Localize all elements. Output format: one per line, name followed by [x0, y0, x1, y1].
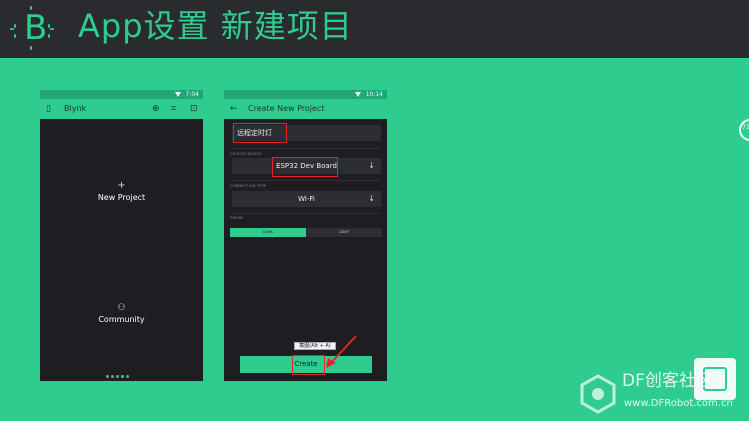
- app-title: Blynk: [64, 104, 87, 113]
- side-badge-number: 73: [742, 124, 749, 131]
- page-dot: [106, 375, 109, 378]
- chevron-down-icon: ↓: [368, 194, 375, 203]
- logo-dot: [50, 28, 54, 30]
- status-time: 7:04: [185, 91, 199, 98]
- theme-dark-label: DARK: [263, 230, 273, 234]
- status-bar: 7:04: [40, 90, 203, 99]
- theme-light-label: LIGHT: [338, 230, 350, 234]
- app-bar: ← Create New Project: [224, 99, 387, 119]
- connection-select[interactable]: Wi-Fi ↓: [232, 191, 381, 207]
- community-icon[interactable]: ⚇: [40, 303, 203, 313]
- signal-icon: [355, 92, 361, 97]
- dfrobot-logo-icon: [580, 374, 616, 414]
- connection-value: Wi-Fi: [298, 195, 315, 203]
- screen-title: Create New Project: [248, 104, 325, 113]
- app-bar: ▯ Blynk ⊕ ⌗ ⊡: [40, 99, 203, 119]
- brand-text: DF创客社区: [622, 371, 713, 391]
- page-dot: [111, 375, 114, 378]
- logo-dot: [14, 34, 16, 38]
- slide-header: B App设置 新建项目: [0, 0, 749, 58]
- community-button[interactable]: Community: [40, 315, 203, 324]
- divider: [230, 213, 381, 214]
- signal-icon: [175, 92, 181, 97]
- blynk-logo: B: [10, 6, 58, 50]
- chevron-down-icon: ↓: [368, 161, 375, 170]
- logo-dot: [10, 28, 14, 30]
- add-circle-icon[interactable]: ⊕: [152, 103, 160, 115]
- share-icon[interactable]: ⊡: [190, 103, 198, 115]
- page-indicator: [106, 375, 136, 379]
- connection-label: CONNECTION TYPE: [230, 184, 267, 188]
- page-dot: [116, 375, 119, 378]
- theme-light-toggle[interactable]: LIGHT: [306, 228, 382, 237]
- new-project-button[interactable]: New Project: [40, 193, 203, 202]
- device-label: CHOOSE DEVICE: [230, 152, 262, 156]
- highlight-box: [233, 123, 287, 143]
- logo-letter: B: [24, 8, 48, 48]
- brand-url: www.DFRobot.com.cn: [624, 398, 733, 409]
- back-arrow-icon[interactable]: ←: [230, 103, 238, 115]
- status-time: 10:14: [365, 91, 383, 98]
- device-icon[interactable]: ▯: [46, 103, 51, 115]
- page-dot: [126, 375, 129, 378]
- logo-dot: [14, 24, 16, 28]
- divider: [230, 148, 381, 149]
- theme-label: THEME: [230, 216, 244, 220]
- highlight-box: [272, 157, 338, 177]
- phone-blynk-home: 7:04 ▯ Blynk ⊕ ⌗ ⊡ + New Project ⚇ Commu…: [40, 90, 203, 381]
- phone-create-project: 10:14 ← Create New Project 远程定时灯 CHOOSE …: [224, 90, 387, 381]
- scan-icon[interactable]: ⌗: [171, 103, 176, 115]
- slide-title: App设置 新建项目: [78, 7, 353, 45]
- red-arrow-icon: [326, 335, 357, 368]
- theme-dark-toggle[interactable]: DARK: [230, 228, 306, 237]
- divider: [230, 180, 381, 181]
- logo-dot: [48, 34, 50, 38]
- plus-icon[interactable]: +: [40, 180, 203, 191]
- page-dot-active: [121, 375, 124, 378]
- dfrobot-watermark: DF创客社区 www.DFRobot.com.cn: [578, 370, 748, 420]
- status-bar: 10:14: [224, 90, 387, 99]
